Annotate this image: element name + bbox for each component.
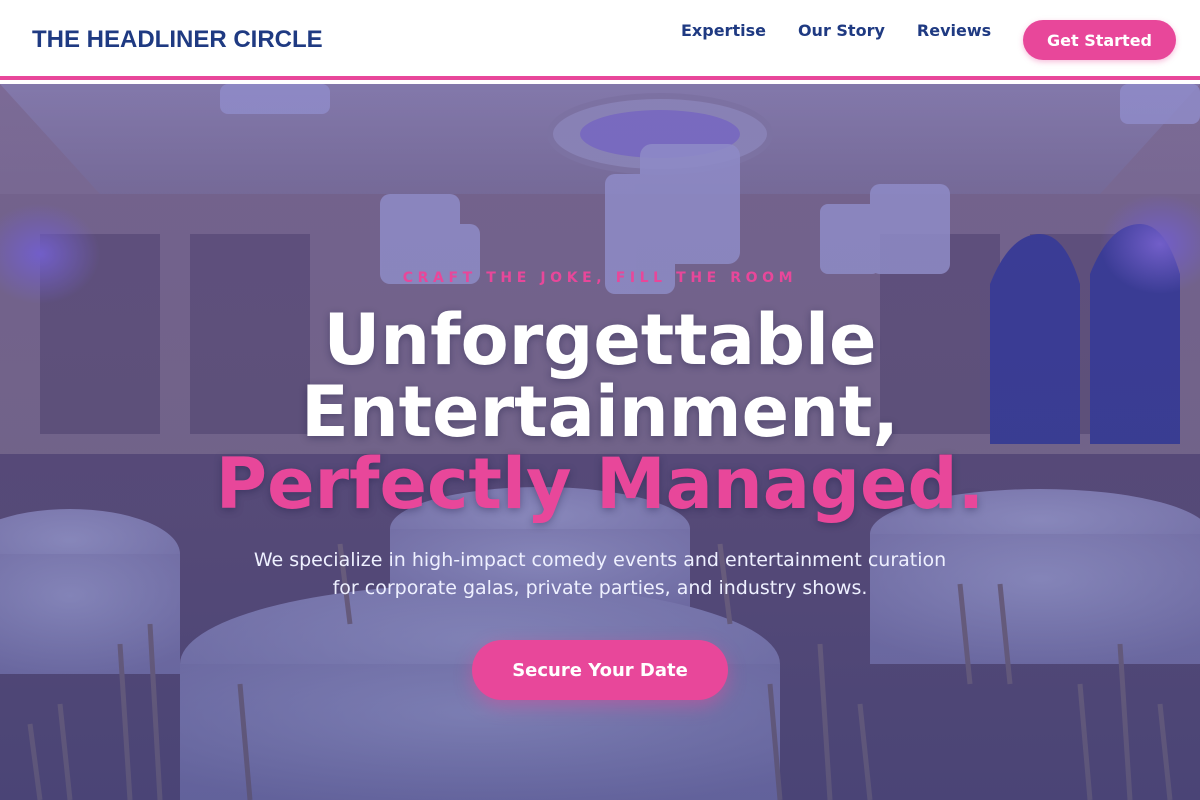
hero-section: CRAFT THE JOKE, FILL THE ROOM Unforgetta… [0,84,1200,800]
secure-your-date-button[interactable]: Secure Your Date [472,640,728,700]
headline-line-2: Entertainment, [301,371,899,453]
brand-logo-text[interactable]: THE HEADLINER CIRCLE [32,26,323,54]
nav-link-expertise[interactable]: Expertise [681,21,766,40]
nav-link-our-story[interactable]: Our Story [798,21,885,40]
headline-line-1: Unforgettable [323,299,877,381]
nav-link-reviews[interactable]: Reviews [917,21,991,40]
hero-content: CRAFT THE JOKE, FILL THE ROOM Unforgetta… [0,84,1200,800]
hero-subtext: We specialize in high-impact comedy even… [253,549,947,599]
hero-headline: Unforgettable Entertainment, Perfectly M… [0,304,1200,520]
hero-eyebrow: CRAFT THE JOKE, FILL THE ROOM [402,270,798,286]
main-nav: Expertise Our Story Reviews [681,21,1023,40]
top-navbar: THE HEADLINER CIRCLE Expertise Our Story… [0,0,1200,80]
headline-accent: Perfectly Managed. [215,443,985,525]
get-started-button[interactable]: Get Started [1023,20,1176,60]
